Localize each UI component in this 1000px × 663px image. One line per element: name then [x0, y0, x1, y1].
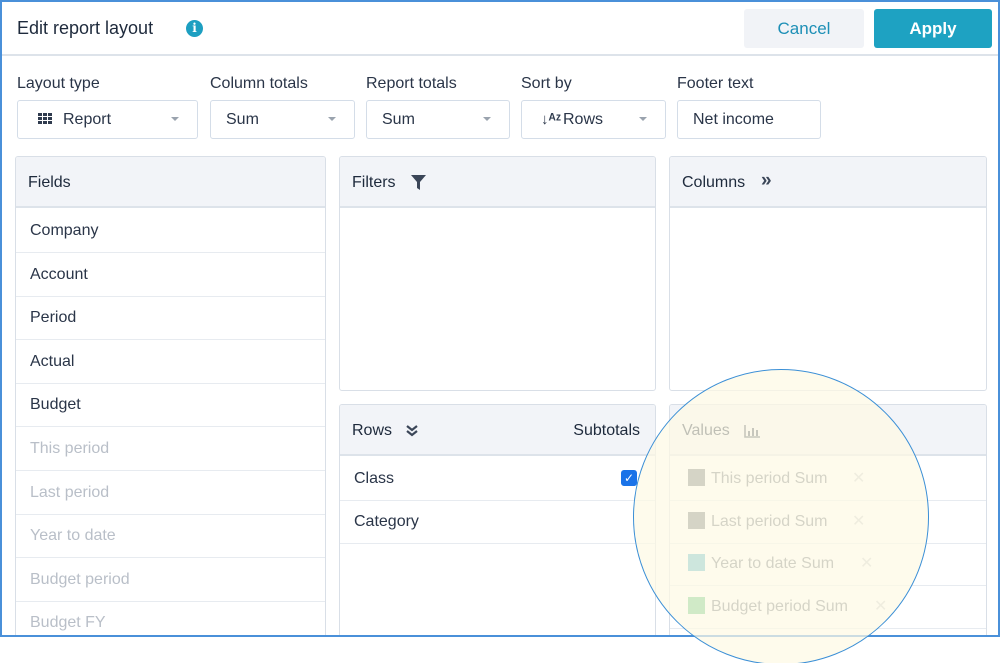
info-icon[interactable]: i: [186, 20, 203, 37]
layout-type-label: Layout type: [17, 75, 100, 92]
footer-text-input[interactable]: Net income: [677, 100, 821, 139]
report-totals-value: Sum: [382, 111, 415, 128]
field-item[interactable]: Company: [16, 209, 325, 253]
field-item[interactable]: Budget period: [16, 558, 325, 602]
row-item-label: Category: [354, 513, 419, 530]
filters-panel-header: Filters: [340, 157, 655, 208]
sort-by-value: Rows: [563, 111, 604, 128]
filters-title: Filters: [352, 174, 396, 191]
value-item-label: Year to date Sum: [711, 555, 835, 572]
chevrons-down-icon: [406, 425, 418, 437]
field-item[interactable]: Budget FY: [16, 601, 325, 635]
values-panel-header: Values: [670, 405, 986, 456]
chevron-down-icon: [328, 117, 336, 121]
edit-report-layout-dialog: Edit report layout i Cancel Apply Layout…: [0, 0, 1000, 637]
color-swatch: [688, 554, 705, 571]
chevrons-right-icon: »: [761, 170, 772, 191]
rows-panel[interactable]: Rows Subtotals Class ✓ Category: [339, 404, 656, 635]
layout-type-select[interactable]: Report: [17, 100, 198, 139]
fields-title: Fields: [28, 174, 71, 191]
column-totals-select[interactable]: Sum: [210, 100, 355, 139]
footer-text-label: Footer text: [677, 75, 754, 92]
rows-title: Rows: [352, 422, 393, 439]
filters-panel[interactable]: Filters: [339, 156, 656, 391]
filter-icon: [411, 175, 426, 190]
field-item[interactable]: Year to date: [16, 514, 325, 559]
dialog-header: Edit report layout i Cancel Apply: [2, 2, 998, 56]
column-totals-value: Sum: [226, 111, 259, 128]
row-item-label: Class: [354, 470, 395, 487]
grid-icon: [38, 113, 54, 127]
dialog-title: Edit report layout: [17, 18, 154, 38]
chevron-down-icon: [639, 117, 647, 121]
field-item[interactable]: Last period: [16, 471, 325, 515]
value-item[interactable]: Year to date Sum ✕: [670, 542, 986, 586]
values-panel[interactable]: Values This period Sum ✕ Last period Sum ✕ Y…: [669, 404, 987, 635]
value-item[interactable]: Budget period Sum ✕: [670, 585, 986, 629]
value-item[interactable]: This period Sum ✕: [670, 457, 986, 501]
field-item[interactable]: Budget: [16, 383, 325, 428]
value-item-label: Last period Sum: [711, 512, 828, 530]
bar-chart-icon: [744, 425, 760, 438]
remove-icon[interactable]: ✕: [860, 542, 873, 585]
values-title: Values: [682, 422, 730, 439]
columns-panel-header: Columns »: [670, 157, 986, 208]
column-totals-label: Column totals: [210, 75, 308, 92]
row-item[interactable]: Category: [340, 500, 655, 544]
cancel-button[interactable]: Cancel: [744, 9, 864, 48]
sort-by-label: Sort by: [521, 75, 572, 92]
chevron-down-icon: [171, 117, 179, 121]
remove-icon[interactable]: ✕: [874, 585, 887, 628]
value-item[interactable]: [670, 627, 986, 635]
columns-title: Columns: [682, 174, 746, 191]
color-swatch: [688, 511, 705, 529]
color-swatch: [688, 469, 705, 486]
report-totals-label: Report totals: [366, 75, 457, 92]
color-swatch: [688, 596, 705, 614]
value-item-label: Budget period Sum: [711, 597, 848, 615]
sort-alpha-down-icon: ↓ᴬᶻ: [541, 111, 562, 128]
columns-panel[interactable]: Columns »: [669, 156, 987, 391]
subtotal-checkbox[interactable]: ✓: [621, 470, 637, 486]
row-item[interactable]: Class ✓: [340, 457, 655, 501]
subtotals-label: Subtotals: [573, 422, 640, 439]
layout-type-value: Report: [63, 111, 112, 128]
field-item[interactable]: This period: [16, 427, 325, 471]
fields-panel-header: Fields: [16, 157, 325, 208]
remove-icon[interactable]: ✕: [852, 500, 865, 543]
apply-button[interactable]: Apply: [874, 9, 992, 48]
footer-text-value: Net income: [693, 111, 774, 128]
report-totals-select[interactable]: Sum: [366, 100, 510, 139]
rows-panel-header: Rows Subtotals: [340, 405, 655, 456]
sort-by-select[interactable]: ↓ᴬᶻ Rows: [521, 100, 666, 139]
field-item[interactable]: Period: [16, 296, 325, 341]
remove-icon[interactable]: ✕: [852, 457, 865, 500]
value-item[interactable]: Last period Sum ✕: [670, 500, 986, 544]
chevron-down-icon: [483, 117, 491, 121]
value-item-label: This period Sum: [711, 470, 828, 487]
field-item[interactable]: Actual: [16, 340, 325, 384]
field-item[interactable]: Account: [16, 253, 325, 297]
fields-panel: Fields Company Account Period Actual Budget T…: [15, 156, 326, 635]
